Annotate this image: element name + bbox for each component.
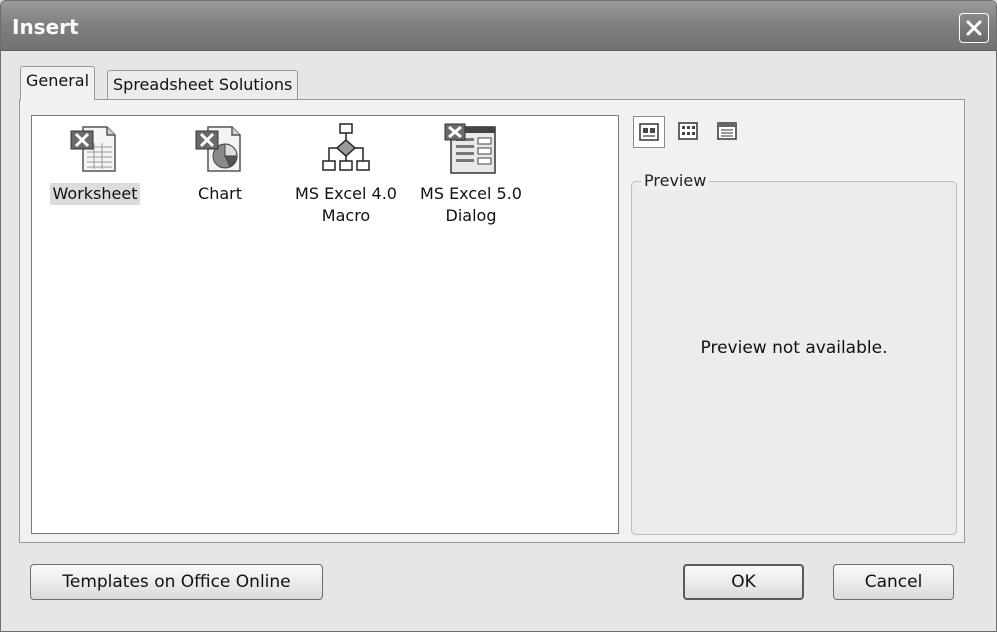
title-bar[interactable]: Insert — [1, 1, 996, 51]
large-icons-view-button[interactable] — [633, 116, 665, 148]
dialog-sheet-icon — [444, 123, 496, 174]
list-item-excel4-macro[interactable]: MS Excel 4.0 Macro — [286, 121, 406, 227]
cancel-button[interactable]: Cancel — [833, 564, 954, 600]
list-view-icon — [678, 122, 698, 140]
worksheet-icon — [70, 126, 116, 172]
ok-button[interactable]: OK — [683, 564, 804, 600]
list-item-excel5-dialog[interactable]: MS Excel 5.0 Dialog — [411, 121, 531, 227]
list-view-button[interactable] — [673, 116, 705, 148]
tab-spreadsheet-solutions[interactable]: Spreadsheet Solutions — [107, 70, 299, 100]
insert-dialog: Insert General Spreadsheet Solutions Wor… — [0, 0, 997, 632]
item-label: Chart — [198, 184, 242, 203]
templates-on-office-online-button[interactable]: Templates on Office Online — [30, 564, 323, 600]
item-label: MS Excel 4.0 Macro — [295, 184, 397, 225]
preview-legend: Preview — [641, 171, 710, 190]
item-label: MS Excel 5.0 Dialog — [420, 184, 522, 225]
close-icon — [966, 20, 982, 36]
template-list[interactable]: Worksheet Chart MS Excel 4.0 Macro MS Ex… — [31, 115, 619, 534]
item-label: Worksheet — [49, 183, 141, 205]
details-view-icon — [717, 122, 737, 140]
macro-icon — [322, 123, 370, 171]
large-icons-view-icon — [639, 123, 659, 141]
list-item-worksheet[interactable]: Worksheet — [35, 121, 155, 205]
chart-sheet-icon — [195, 126, 241, 172]
list-item-chart[interactable]: Chart — [160, 121, 280, 205]
close-button[interactable] — [959, 13, 989, 43]
window-title: Insert — [12, 15, 79, 39]
tab-general[interactable]: General — [20, 66, 96, 100]
details-view-button[interactable] — [712, 116, 744, 148]
preview-pane — [631, 181, 957, 535]
preview-message: Preview not available. — [700, 338, 888, 358]
